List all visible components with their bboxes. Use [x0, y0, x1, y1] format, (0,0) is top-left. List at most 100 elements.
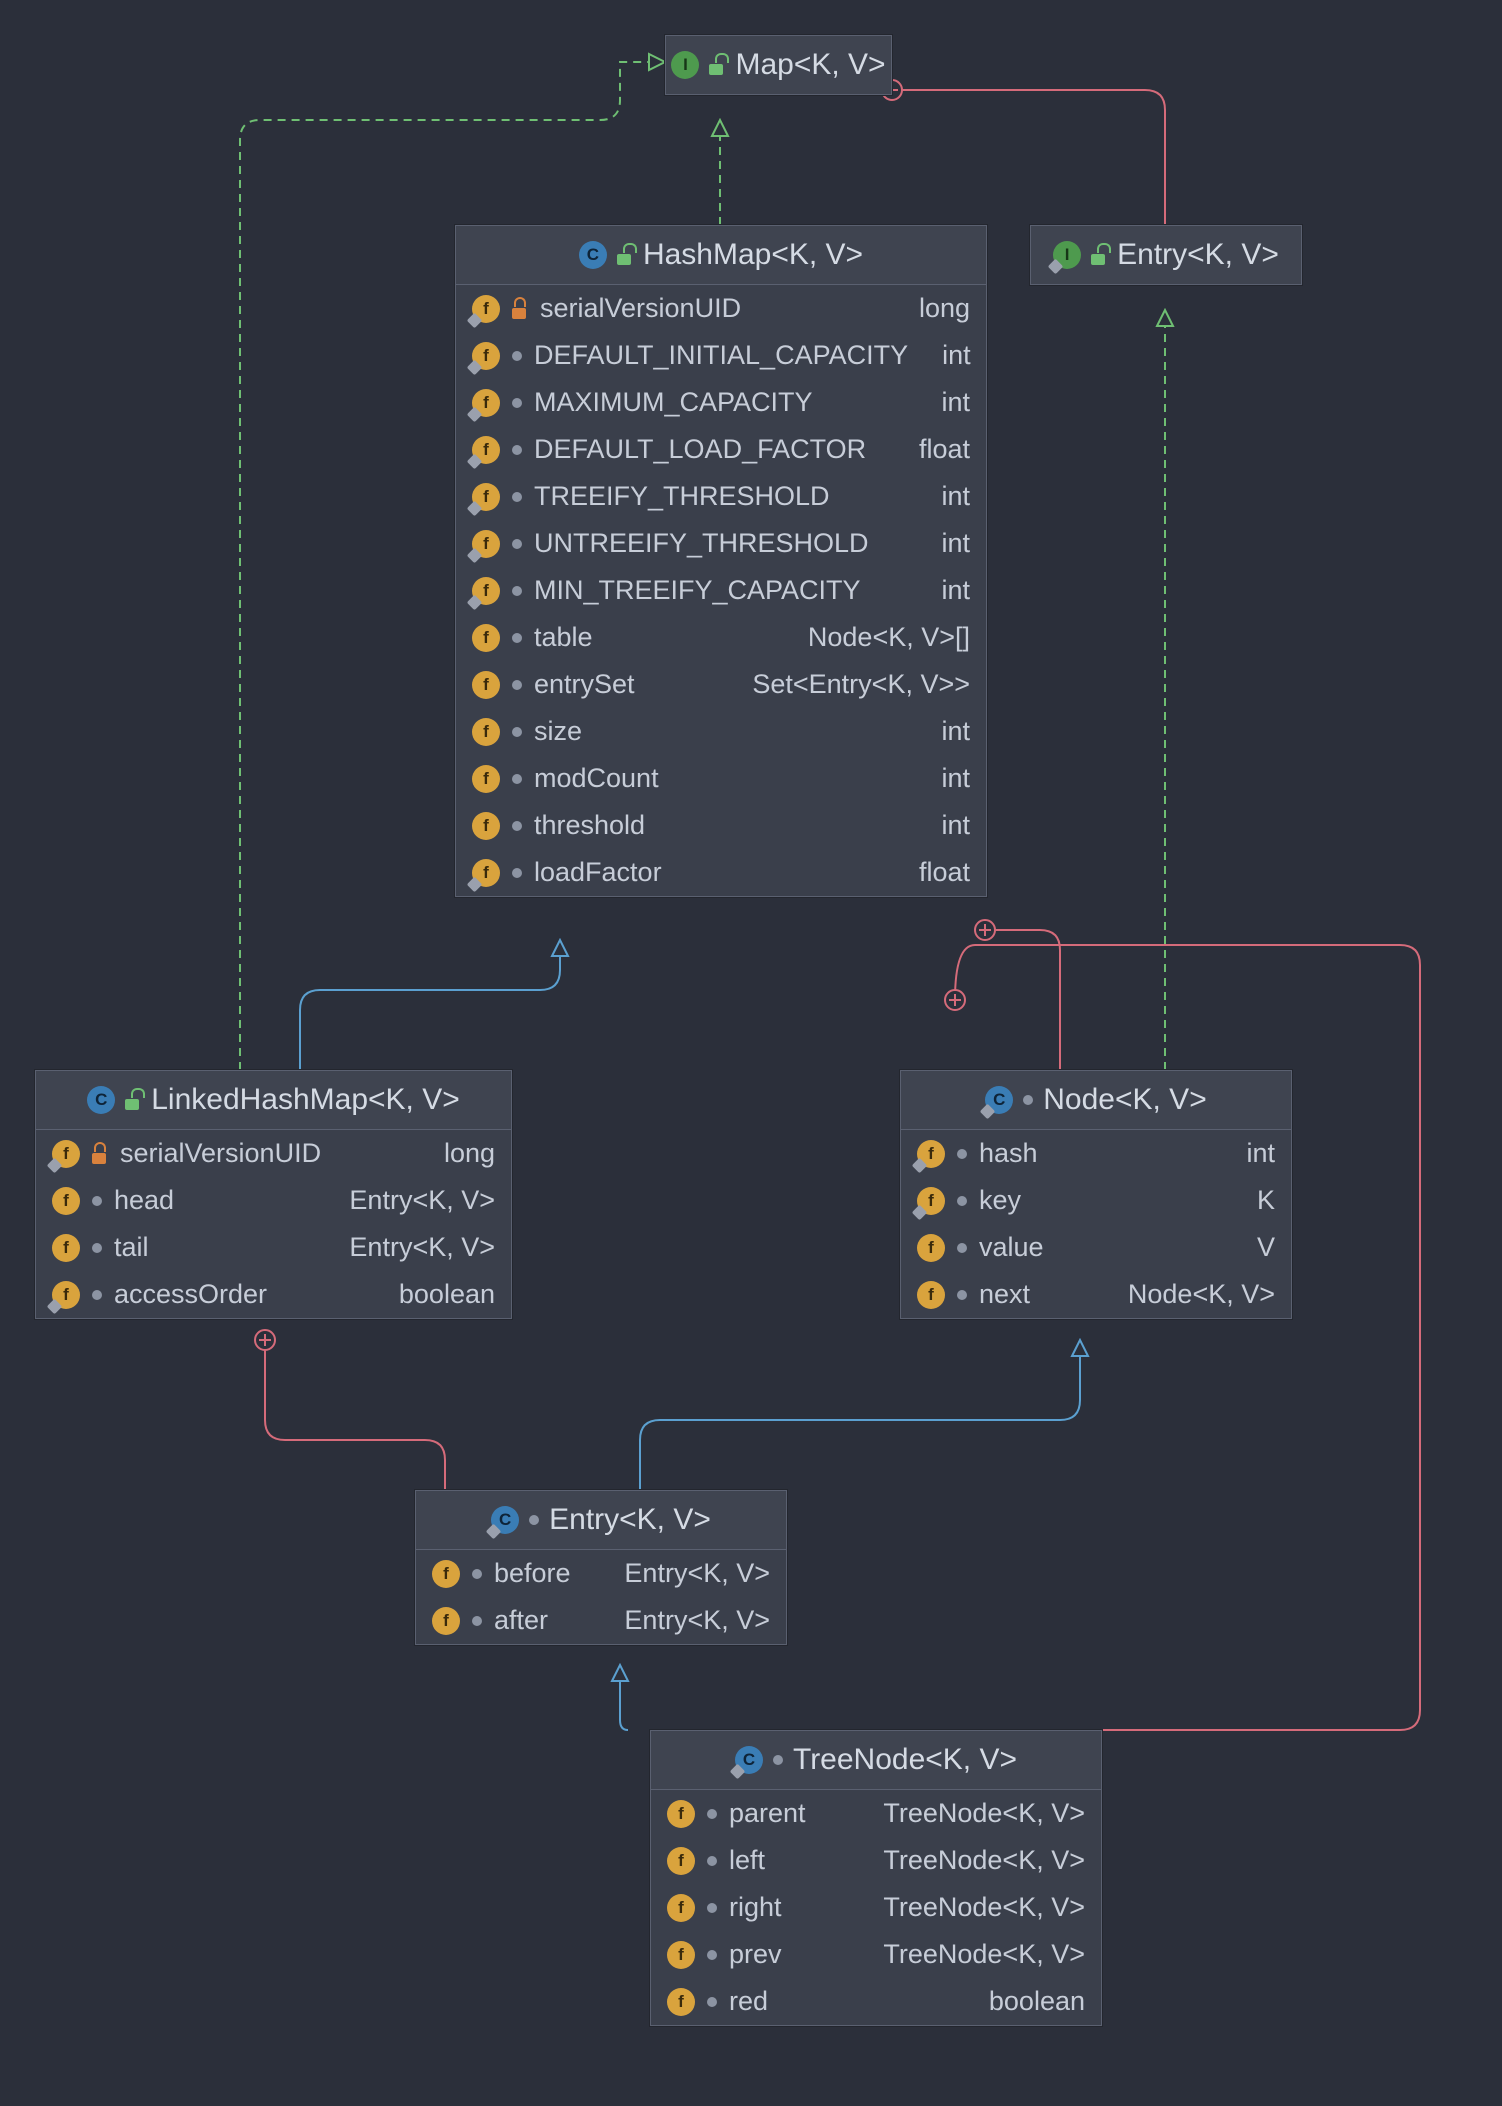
class-box-entry-class[interactable]: C Entry<K, V> fbeforeEntry<K, V>fafterEn…: [415, 1490, 787, 1645]
member-row[interactable]: fleftTreeNode<K, V>: [651, 1837, 1101, 1884]
member-row[interactable]: fmodCountint: [456, 755, 986, 802]
field-icon: f: [52, 1281, 80, 1309]
member-row[interactable]: fDEFAULT_INITIAL_CAPACITYint: [456, 332, 986, 379]
visibility-dot: [512, 351, 522, 361]
class-header: C HashMap<K, V>: [456, 226, 986, 285]
field-icon: f: [917, 1140, 945, 1168]
member-type: int: [941, 575, 970, 606]
member-name: serialVersionUID: [120, 1138, 321, 1169]
member-row[interactable]: fserialVersionUIDlong: [36, 1130, 511, 1177]
visibility-dot: [707, 1856, 717, 1866]
member-row[interactable]: ftailEntry<K, V>: [36, 1224, 511, 1271]
member-row[interactable]: fDEFAULT_LOAD_FACTORfloat: [456, 426, 986, 473]
class-title: LinkedHashMap<K, V>: [151, 1083, 460, 1117]
visibility-dot: [957, 1243, 967, 1253]
member-row[interactable]: fentrySetSet<Entry<K, V>>: [456, 661, 986, 708]
member-type: Node<K, V>: [1128, 1279, 1275, 1310]
field-icon: f: [667, 1988, 695, 2016]
member-name: MIN_TREEIFY_CAPACITY: [534, 575, 861, 606]
member-name: MAXIMUM_CAPACITY: [534, 387, 813, 418]
class-box-map[interactable]: I Map<K, V>: [665, 35, 892, 95]
member-type: TreeNode<K, V>: [883, 1845, 1085, 1876]
class-box-hashmap[interactable]: C HashMap<K, V> fserialVersionUIDlongfDE…: [455, 225, 987, 897]
member-row[interactable]: fMAXIMUM_CAPACITYint: [456, 379, 986, 426]
member-row[interactable]: fparentTreeNode<K, V>: [651, 1790, 1101, 1837]
member-row[interactable]: frightTreeNode<K, V>: [651, 1884, 1101, 1931]
visibility-dot: [512, 680, 522, 690]
lock-icon: [512, 299, 528, 319]
member-row[interactable]: fkeyK: [901, 1177, 1291, 1224]
member-type: long: [919, 293, 970, 324]
member-row[interactable]: fsizeint: [456, 708, 986, 755]
field-icon: f: [917, 1234, 945, 1262]
field-icon: f: [917, 1187, 945, 1215]
member-type: float: [919, 857, 970, 888]
visibility-dot: [512, 445, 522, 455]
field-icon: f: [472, 577, 500, 605]
member-type: Node<K, V>[]: [808, 622, 970, 653]
visibility-dot: [707, 1997, 717, 2007]
visibility-dot: [512, 633, 522, 643]
member-row[interactable]: fafterEntry<K, V>: [416, 1597, 786, 1644]
linkedhashmap-contains-entry-class: [265, 1340, 445, 1490]
member-row[interactable]: faccessOrderboolean: [36, 1271, 511, 1318]
class-title: Map<K, V>: [735, 48, 885, 82]
member-row[interactable]: ftableNode<K, V>[]: [456, 614, 986, 661]
members-list: fhashintfkeyKfvalueVfnextNode<K, V>: [901, 1130, 1291, 1318]
class-box-node[interactable]: C Node<K, V> fhashintfkeyKfvalueVfnextNo…: [900, 1070, 1292, 1319]
member-name: DEFAULT_LOAD_FACTOR: [534, 434, 866, 465]
member-row[interactable]: fbeforeEntry<K, V>: [416, 1550, 786, 1597]
field-icon: f: [472, 765, 500, 793]
member-row[interactable]: fnextNode<K, V>: [901, 1271, 1291, 1318]
members-list: fserialVersionUIDlongfheadEntry<K, V>fta…: [36, 1130, 511, 1318]
hashmap-contains-node: [985, 930, 1060, 1070]
map-contains-entry: [892, 90, 1165, 225]
member-row[interactable]: fheadEntry<K, V>: [36, 1177, 511, 1224]
member-name: head: [114, 1185, 174, 1216]
class-icon: C: [491, 1506, 519, 1534]
member-row[interactable]: fredboolean: [651, 1978, 1101, 2025]
field-icon: f: [472, 436, 500, 464]
unlock-icon: [617, 245, 633, 265]
field-icon: f: [472, 671, 500, 699]
visibility-dot: [472, 1569, 482, 1579]
class-box-linkedhashmap[interactable]: C LinkedHashMap<K, V> fserialVersionUIDl…: [35, 1070, 512, 1319]
hashmap-contains-treenode: [955, 945, 1420, 1730]
member-name: entrySet: [534, 669, 635, 700]
member-row[interactable]: f MIN_TREEIFY_CAPACITY int: [456, 567, 986, 614]
linkedhashmap-extends-hashmap: [300, 940, 560, 1070]
member-row[interactable]: fthresholdint: [456, 802, 986, 849]
member-name: before: [494, 1558, 571, 1589]
member-type: int: [941, 387, 970, 418]
class-icon: C: [579, 241, 607, 269]
visibility-dot: [1023, 1095, 1033, 1105]
class-header: I Entry<K, V>: [1031, 226, 1301, 284]
member-row[interactable]: fUNTREEIFY_THRESHOLDint: [456, 520, 986, 567]
member-name: key: [979, 1185, 1021, 1216]
class-header: C Node<K, V>: [901, 1071, 1291, 1130]
class-title: TreeNode<K, V>: [793, 1743, 1017, 1777]
member-type: V: [1257, 1232, 1275, 1263]
member-name: left: [729, 1845, 765, 1876]
lock-icon: [92, 1144, 108, 1164]
member-name: after: [494, 1605, 548, 1636]
field-icon: f: [667, 1800, 695, 1828]
field-icon: f: [472, 718, 500, 746]
member-row[interactable]: fprevTreeNode<K, V>: [651, 1931, 1101, 1978]
visibility-dot: [512, 727, 522, 737]
member-row[interactable]: floadFactorfloat: [456, 849, 986, 896]
member-row[interactable]: fhashint: [901, 1130, 1291, 1177]
member-row[interactable]: fTREEIFY_THRESHOLDint: [456, 473, 986, 520]
member-row[interactable]: fserialVersionUIDlong: [456, 285, 986, 332]
member-type: TreeNode<K, V>: [883, 1798, 1085, 1829]
visibility-dot: [512, 539, 522, 549]
member-type: Entry<K, V>: [624, 1558, 770, 1589]
class-box-entry-interface[interactable]: I Entry<K, V>: [1030, 225, 1302, 285]
class-box-treenode[interactable]: C TreeNode<K, V> fparentTreeNode<K, V>fl…: [650, 1730, 1102, 2026]
visibility-dot: [707, 1903, 717, 1913]
member-type: boolean: [399, 1279, 495, 1310]
member-row[interactable]: fvalueV: [901, 1224, 1291, 1271]
visibility-dot: [512, 821, 522, 831]
member-name: serialVersionUID: [540, 293, 741, 324]
field-icon: f: [52, 1187, 80, 1215]
